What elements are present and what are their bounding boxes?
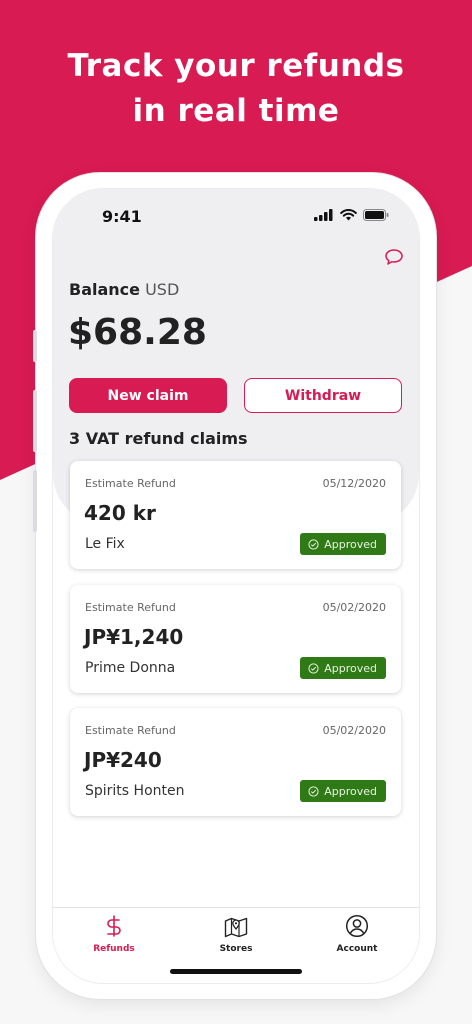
- chat-icon[interactable]: [384, 247, 404, 267]
- claim-label: Estimate Refund: [85, 724, 176, 737]
- check-circle-icon: [308, 662, 319, 674]
- user-icon: [345, 914, 369, 938]
- balance-label-text: Balance: [69, 280, 140, 299]
- phone-screen: 9:41 Balance USD $68.28 New claim Withdr…: [53, 189, 419, 983]
- claim-amount: JP¥1,240: [84, 625, 184, 649]
- withdraw-button[interactable]: Withdraw: [244, 378, 402, 413]
- status-badge: Approved: [300, 780, 386, 802]
- check-circle-icon: [308, 538, 319, 550]
- claim-date: 05/02/2020: [322, 601, 386, 614]
- status-badge-label: Approved: [324, 537, 377, 551]
- cellular-signal-icon: [314, 209, 333, 221]
- tab-account-label: Account: [336, 944, 378, 954]
- claim-amount: JP¥240: [84, 748, 162, 772]
- headline: Track your refunds in real time: [0, 44, 472, 134]
- headline-line-2: in real time: [132, 93, 340, 129]
- claim-store: Prime Donna: [85, 660, 176, 676]
- balance-label: Balance USD: [69, 280, 179, 299]
- status-badge-label: Approved: [324, 661, 377, 675]
- headline-line-1: Track your refunds: [67, 48, 405, 84]
- claim-label: Estimate Refund: [85, 601, 176, 614]
- claim-label: Estimate Refund: [85, 477, 176, 490]
- status-time: 9:41: [102, 207, 142, 226]
- new-claim-button[interactable]: New claim: [69, 378, 227, 413]
- phone-volume-down-button: [33, 470, 37, 532]
- balance-currency: USD: [145, 280, 180, 299]
- phone-side-button: [33, 330, 37, 362]
- tab-account[interactable]: Account: [317, 914, 397, 954]
- claim-card[interactable]: Estimate Refund 05/02/2020 JP¥1,240 Prim…: [70, 585, 401, 693]
- status-badge: Approved: [300, 657, 386, 679]
- claim-date: 05/12/2020: [322, 477, 386, 490]
- home-indicator[interactable]: [170, 969, 302, 974]
- battery-icon: [363, 209, 389, 221]
- claim-store: Spirits Honten: [85, 783, 185, 799]
- status-badge: Approved: [300, 533, 386, 555]
- balance-value: $68.28: [68, 312, 207, 353]
- claim-card[interactable]: Estimate Refund 05/12/2020 420 kr Le Fix…: [70, 461, 401, 569]
- status-badge-label: Approved: [324, 784, 377, 798]
- claim-amount: 420 kr: [84, 501, 156, 525]
- tab-refunds-label: Refunds: [93, 944, 135, 954]
- claims-title: 3 VAT refund claims: [69, 429, 248, 448]
- claim-card[interactable]: Estimate Refund 05/02/2020 JP¥240 Spirit…: [70, 708, 401, 816]
- dollar-icon: [107, 915, 121, 937]
- tab-refunds[interactable]: Refunds: [74, 914, 154, 954]
- status-icons: [314, 209, 389, 221]
- tab-stores[interactable]: Stores: [196, 914, 276, 954]
- map-icon: [224, 917, 248, 938]
- claim-store: Le Fix: [85, 536, 125, 552]
- wifi-icon: [340, 209, 357, 221]
- claim-date: 05/02/2020: [322, 724, 386, 737]
- phone-volume-up-button: [33, 390, 37, 452]
- tab-stores-label: Stores: [219, 944, 253, 954]
- check-circle-icon: [308, 785, 319, 797]
